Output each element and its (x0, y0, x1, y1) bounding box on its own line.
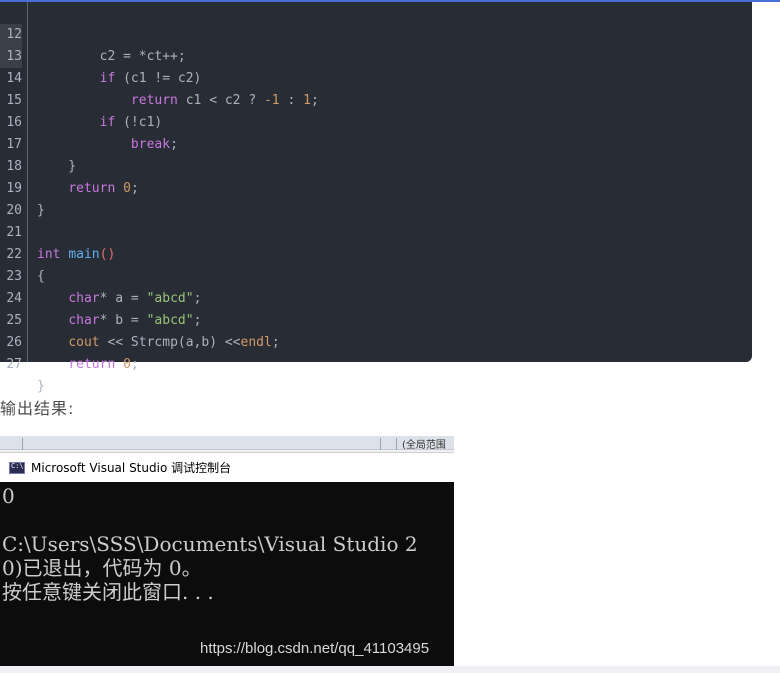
code-line: 22 { (0, 222, 752, 284)
toolbar-divider (22, 438, 23, 450)
code-line: 21 int main() (0, 200, 752, 262)
code-line: 17 } (0, 112, 752, 174)
ide-toolbar-strip: (全局范围 (0, 436, 454, 451)
code-line: 23 char* a = "abcd"; (0, 244, 752, 306)
code-line: 24 char* b = "abcd"; (0, 266, 752, 328)
code-line: 19 } (0, 156, 752, 218)
toolbar-divider (396, 438, 397, 450)
scope-dropdown-fragment: (全局范围 (402, 440, 446, 451)
code-line: 15 if (!c1) (0, 68, 752, 130)
output-result-label: 输出结果: (0, 399, 75, 418)
console-line: 0 (2, 484, 15, 508)
code-text: return 0; (68, 357, 139, 372)
code-line: 12 c2 = *ct++; (0, 2, 752, 64)
code-line: 20 (0, 178, 752, 218)
code-line: 26 return 0; (0, 310, 752, 372)
line-number: 27 (6, 357, 22, 372)
code-line: 18 return 0; (0, 134, 752, 196)
code-line: 27 } (0, 332, 752, 394)
console-line: C:\Users\SSS\Documents\Visual Studio 2 (2, 532, 418, 556)
console-screenshot: (全局范围 Microsoft Visual Studio 调试控制台 0 C:… (0, 436, 454, 666)
toolbar-divider (380, 438, 381, 450)
code-line: 13 if (c1 != c2) (0, 24, 752, 86)
watermark-url: https://blog.csdn.net/qq_41103495 (200, 640, 430, 657)
console-app-icon (9, 461, 25, 474)
code-line: 14 return c1 < c2 ? -1 : 1; (0, 46, 752, 108)
console-line: 0)已退出，代码为 0。 (2, 556, 202, 580)
code-line: 25 cout << Strcmp(a,b) <<endl; (0, 288, 752, 350)
console-window-title: Microsoft Visual Studio 调试控制台 (31, 461, 232, 475)
console-line: 按任意键关闭此窗口. . . (2, 580, 214, 604)
page-bottom-bar (0, 666, 780, 673)
console-titlebar: Microsoft Visual Studio 调试控制台 (0, 452, 454, 482)
console-output: 0 C:\Users\SSS\Documents\Visual Studio 2… (0, 482, 454, 666)
code-block: 12 c2 = *ct++; 13 if (c1 != c2) 14 retur… (0, 2, 752, 394)
code-line: 16 break; (0, 90, 752, 152)
